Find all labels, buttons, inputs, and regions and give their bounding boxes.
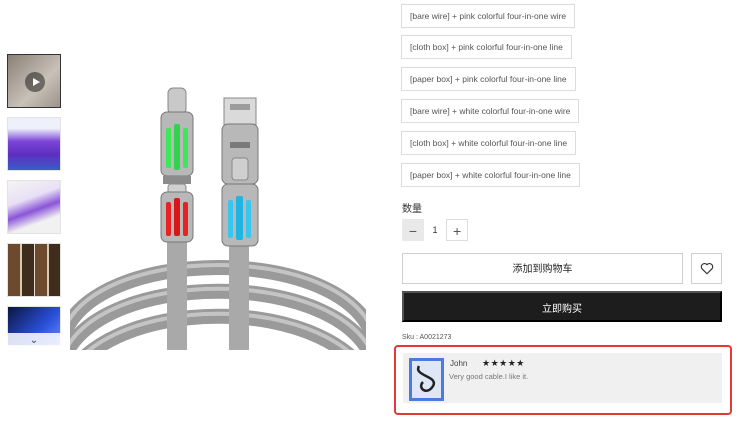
variant-option[interactable]: [bare wire] + pink colorful four-in-one … bbox=[401, 4, 576, 28]
heart-icon bbox=[700, 262, 713, 275]
buy-now-button[interactable]: 立即购买 bbox=[402, 291, 722, 322]
wishlist-button[interactable] bbox=[691, 253, 722, 284]
variant-option[interactable]: [bare wire] + white colorful four-in-one… bbox=[401, 99, 580, 123]
variant-option[interactable]: [cloth box] + white colorful four-in-one… bbox=[401, 131, 577, 155]
thumbnail-gallery bbox=[7, 54, 61, 346]
thumbnail-cable-closeup[interactable] bbox=[7, 180, 61, 234]
main-product-image bbox=[70, 50, 366, 350]
thumbnail-packaging[interactable] bbox=[7, 243, 61, 297]
thumbnail-purple-cable[interactable] bbox=[7, 117, 61, 171]
reviewer-name: John bbox=[450, 359, 468, 368]
add-to-cart-button[interactable]: 添加到购物车 bbox=[402, 253, 683, 284]
thumbnail-video[interactable] bbox=[7, 54, 61, 108]
variant-option[interactable]: [cloth box] + pink colorful four-in-one … bbox=[401, 35, 572, 59]
variant-option[interactable]: [paper box] + white colorful four-in-one… bbox=[401, 163, 580, 187]
star-rating: ★★★★★ bbox=[482, 358, 525, 368]
review-text: Very good cable.I like it. bbox=[449, 372, 529, 381]
quantity-decrease-button[interactable]: − bbox=[402, 219, 424, 241]
sku-text: Sku : A0021273 bbox=[402, 334, 452, 341]
review-photo[interactable] bbox=[409, 358, 444, 401]
quantity-increase-button[interactable]: + bbox=[446, 219, 468, 241]
variant-option[interactable]: [paper box] + pink colorful four-in-one … bbox=[401, 67, 576, 91]
quantity-label: 数量 bbox=[402, 204, 422, 215]
chevron-down-icon[interactable]: ⌄ bbox=[7, 333, 61, 349]
play-icon bbox=[25, 72, 45, 92]
quantity-input[interactable]: 1 bbox=[424, 219, 446, 241]
